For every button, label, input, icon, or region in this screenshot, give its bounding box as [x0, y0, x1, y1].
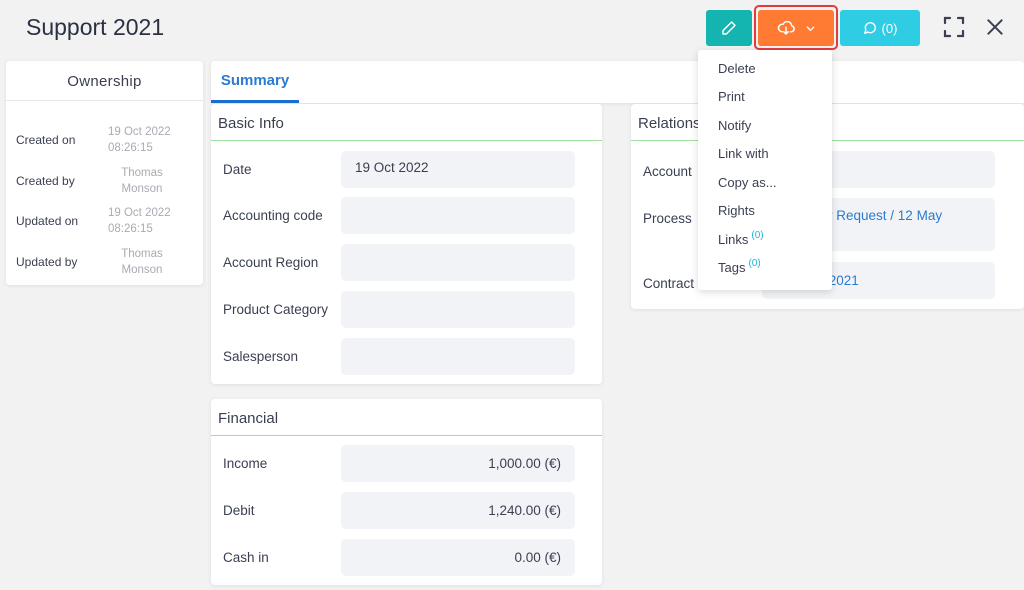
edit-button[interactable] [706, 10, 752, 46]
field-label: Product Category [223, 302, 329, 317]
menu-item-label: Rights [718, 203, 755, 219]
accounting-code-field[interactable] [341, 197, 575, 234]
ownership-label: Updated on [16, 214, 79, 228]
ownership-value: 19 Oct 2022 08:26:15 [108, 207, 171, 235]
menu-item-label: Print [718, 89, 745, 105]
comments-button[interactable]: (0) [840, 10, 920, 46]
menu-item-links[interactable]: Links (0) [698, 225, 832, 254]
cloud-download-icon [777, 20, 795, 35]
field-row-product-category: Product Category [223, 291, 575, 328]
field-label: Salesperson [223, 349, 299, 364]
menu-item-link-with[interactable]: Link with [698, 140, 832, 169]
close-icon [987, 19, 1003, 35]
menu-item-tags[interactable]: Tags (0) [698, 254, 832, 283]
tab-bar: Summary [211, 61, 1024, 103]
ownership-row: Created by Thomas Monson [16, 165, 201, 197]
field-label: Account Region [223, 255, 319, 270]
ownership-value: Thomas Monson [121, 248, 163, 276]
chevron-down-icon [806, 25, 814, 31]
close-button[interactable] [980, 12, 1010, 42]
menu-item-label: Delete [718, 60, 756, 76]
pencil-icon [722, 21, 736, 35]
menu-item-print[interactable]: Print [698, 83, 832, 112]
ownership-row: Updated by Thomas Monson [16, 246, 201, 278]
field-label: Date [223, 162, 252, 177]
tab-summary[interactable]: Summary [211, 61, 299, 103]
actions-dropdown-menu: Delete Print Notify Link with Copy as...… [698, 50, 832, 290]
menu-item-copy-as[interactable]: Copy as... [698, 168, 832, 197]
field-label: Accounting code [223, 208, 323, 223]
ownership-label: Updated by [16, 255, 78, 269]
field-row-date: Date 19 Oct 2022 [223, 151, 575, 188]
date-field[interactable]: 19 Oct 2022 [341, 151, 575, 188]
page-title: Support 2021 [26, 14, 165, 40]
field-label: Account [643, 164, 692, 179]
field-label: Debit [223, 503, 255, 518]
field-row-account-region: Account Region [223, 244, 575, 281]
comment-icon [863, 22, 876, 34]
ownership-label: Created on [16, 133, 76, 147]
tags-count-badge: (0) [748, 258, 761, 270]
field-label: Cash in [223, 550, 269, 565]
field-label: Process [643, 211, 692, 226]
debit-field[interactable]: 1,240.00 (€) [341, 492, 575, 529]
cash-in-field[interactable]: 0.00 (€) [341, 539, 575, 576]
field-row-salesperson: Salesperson [223, 338, 575, 375]
ownership-row: Created on 19 Oct 2022 08:26:15 [16, 124, 201, 156]
menu-item-label: Link with [718, 146, 769, 162]
field-label: Contract [643, 276, 695, 291]
basic-info-section: Basic Info Date 19 Oct 2022 Accounting c… [211, 104, 602, 384]
account-region-field[interactable] [341, 244, 575, 281]
menu-item-label: Copy as... [718, 174, 777, 190]
section-title: Financial [211, 399, 602, 436]
ownership-value: 19 Oct 2022 08:26:15 [108, 126, 171, 154]
income-field[interactable]: 1,000.00 (€) [341, 445, 575, 482]
ownership-row: Updated on 19 Oct 2022 08:26:15 [16, 205, 201, 237]
field-row-debit: Debit 1,240.00 (€) [223, 492, 575, 529]
menu-item-label: Links [718, 231, 749, 247]
ownership-title: Ownership [6, 61, 203, 101]
field-row-accounting-code: Accounting code [223, 197, 575, 234]
field-row-income: Income 1,000.00 (€) [223, 445, 575, 482]
ownership-value: Thomas Monson [121, 167, 163, 195]
ownership-label: Created by [16, 174, 75, 188]
download-menu-button[interactable] [758, 10, 834, 46]
menu-item-notify[interactable]: Notify [698, 111, 832, 140]
menu-item-delete[interactable]: Delete [698, 54, 832, 83]
menu-item-rights[interactable]: Rights [698, 197, 832, 226]
menu-item-label: Notify [718, 117, 752, 133]
product-category-field[interactable] [341, 291, 575, 328]
salesperson-field[interactable] [341, 338, 575, 375]
comment-count: (0) [881, 20, 898, 36]
ownership-panel: Ownership Created on 19 Oct 2022 08:26:1… [6, 61, 203, 285]
field-row-cash-in: Cash in 0.00 (€) [223, 539, 575, 576]
financial-section: Financial Income 1,000.00 (€) Debit 1,24… [211, 399, 602, 585]
menu-item-label: Tags [718, 260, 746, 276]
fullscreen-button[interactable] [939, 12, 969, 42]
expand-icon [943, 16, 965, 38]
links-count-badge: (0) [751, 229, 764, 241]
field-label: Income [223, 456, 268, 471]
section-title: Basic Info [211, 104, 602, 141]
